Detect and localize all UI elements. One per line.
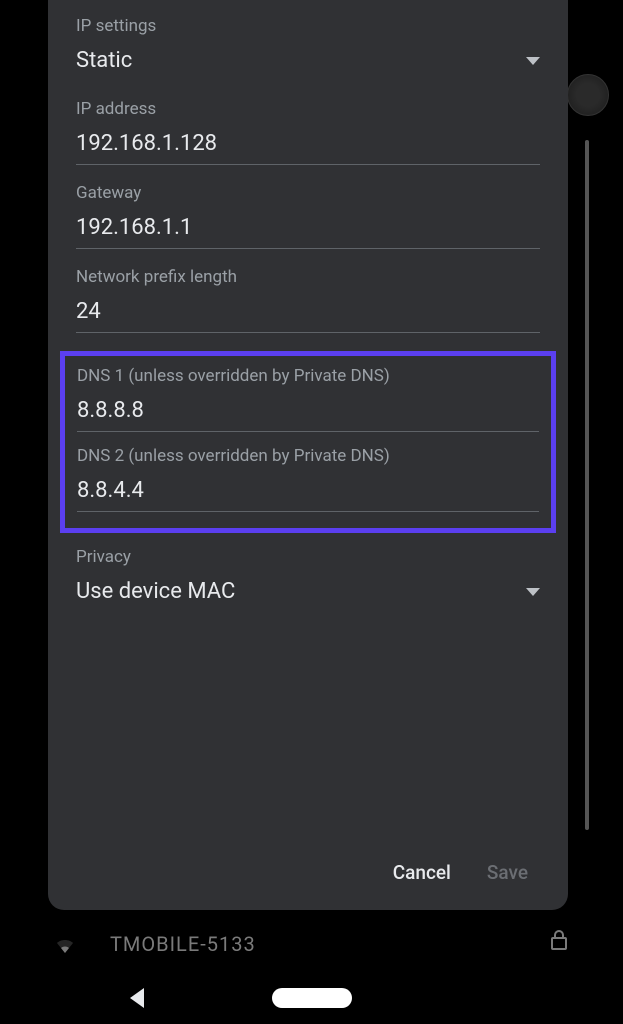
ip-settings-label: IP settings <box>76 16 540 36</box>
lock-icon <box>547 928 571 952</box>
save-button[interactable]: Save <box>483 855 532 890</box>
wifi-network-row[interactable]: TMOBILE-5133 <box>50 932 256 956</box>
dialog-button-row: Cancel Save <box>76 843 540 898</box>
prefix-input[interactable] <box>76 299 540 333</box>
dns1-field: DNS 1 (unless overridden by Private DNS) <box>77 366 539 432</box>
prefix-field: Network prefix length <box>76 267 540 333</box>
home-gesture-pill[interactable] <box>272 988 352 1008</box>
dns1-label: DNS 1 (unless overridden by Private DNS) <box>77 366 539 386</box>
dns-highlight-annotation: DNS 1 (unless overridden by Private DNS)… <box>60 351 556 533</box>
privacy-value: Use device MAC <box>76 579 235 604</box>
ip-settings-select[interactable]: Static <box>76 48 540 81</box>
cancel-button[interactable]: Cancel <box>389 855 455 890</box>
ip-address-input[interactable] <box>76 131 540 165</box>
chevron-down-icon <box>526 588 540 596</box>
ip-address-field: IP address <box>76 99 540 165</box>
ip-address-label: IP address <box>76 99 540 119</box>
gateway-input[interactable] <box>76 215 540 249</box>
dns1-input[interactable] <box>77 398 539 432</box>
dialog-form: IP settings Static IP address Gateway Ne… <box>76 16 540 843</box>
back-icon[interactable] <box>130 988 144 1008</box>
ip-settings-value: Static <box>76 48 132 73</box>
system-nav-bar <box>0 972 623 1024</box>
prefix-label: Network prefix length <box>76 267 540 287</box>
network-settings-dialog: IP settings Static IP address Gateway Ne… <box>48 0 568 910</box>
gateway-field: Gateway <box>76 183 540 249</box>
scroll-indicator <box>585 140 589 830</box>
privacy-select[interactable]: Use device MAC <box>76 579 540 612</box>
gateway-label: Gateway <box>76 183 540 203</box>
privacy-label: Privacy <box>76 547 540 567</box>
chevron-down-icon <box>526 57 540 65</box>
status-badge-icon <box>567 74 609 116</box>
dns2-input[interactable] <box>77 478 539 512</box>
privacy-field: Privacy Use device MAC <box>76 547 540 612</box>
dns2-field: DNS 2 (unless overridden by Private DNS) <box>77 446 539 512</box>
wifi-network-name: TMOBILE-5133 <box>110 932 256 956</box>
wifi-icon <box>50 932 80 956</box>
dns2-label: DNS 2 (unless overridden by Private DNS) <box>77 446 539 466</box>
ip-settings-field: IP settings Static <box>76 16 540 81</box>
